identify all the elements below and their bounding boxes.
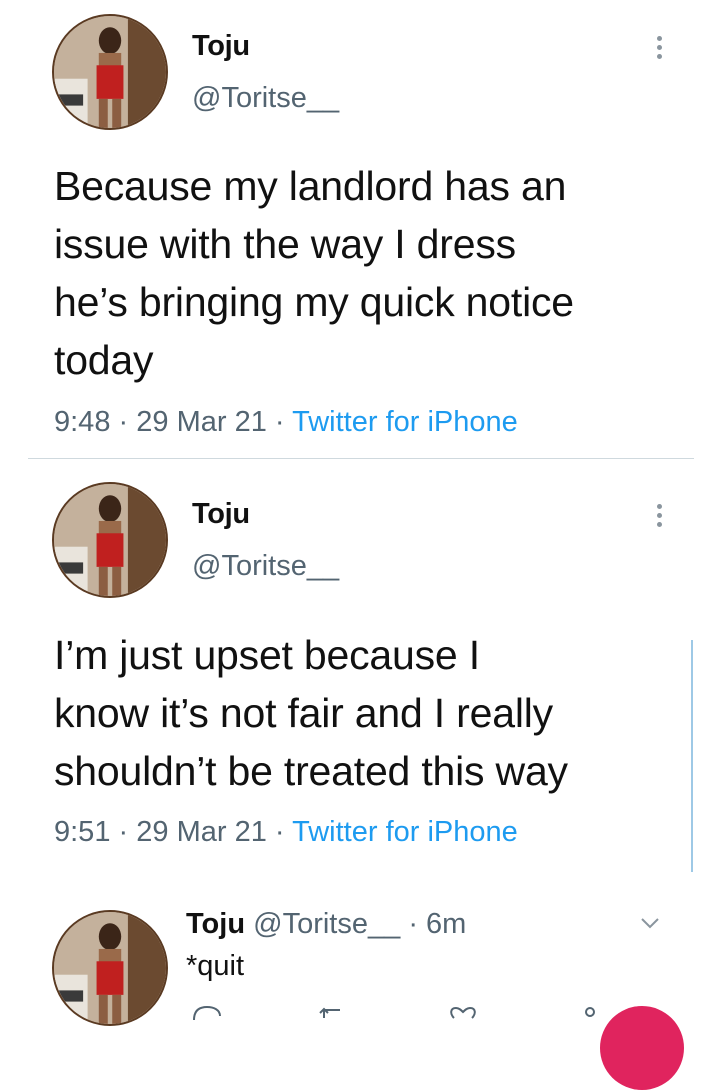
reply-icon[interactable] xyxy=(190,1004,224,1024)
tweet-date[interactable]: 29 Mar 21 xyxy=(136,816,267,848)
tweet-text-line: know it’s not fair and I really xyxy=(54,690,553,736)
tweet-source-link[interactable]: Twitter for iPhone xyxy=(292,406,518,438)
meta-separator: · xyxy=(274,406,285,438)
avatar[interactable] xyxy=(52,14,168,130)
more-vertical-icon[interactable] xyxy=(655,36,663,63)
reply-header: Toju @Toritse__ · 6m xyxy=(186,908,466,941)
tweet-text: Because my landlord has an issue with th… xyxy=(54,157,694,389)
author-handle[interactable]: @Toritse__ xyxy=(192,550,339,583)
author-name[interactable]: Toju xyxy=(186,908,245,940)
tweet-meta: 9:48 · 29 Mar 21 · Twitter for iPhone xyxy=(54,406,518,439)
meta-separator: · xyxy=(118,406,129,438)
tweet-text-line: I’m just upset because I xyxy=(54,632,480,678)
heart-icon[interactable] xyxy=(446,1004,480,1024)
divider xyxy=(28,458,694,459)
author-handle[interactable]: @Toritse__ xyxy=(253,908,400,940)
thread-line xyxy=(691,640,693,872)
tweet-text: I’m just upset because I know it’s not f… xyxy=(54,626,684,800)
tweet-text-line: issue with the way I dress xyxy=(54,221,516,267)
tweet-text-line: shouldn’t be treated this way xyxy=(54,748,568,794)
meta-separator: · xyxy=(118,816,129,848)
author-name[interactable]: Toju xyxy=(192,498,250,531)
meta-separator: · xyxy=(274,816,285,848)
avatar-photo-icon xyxy=(54,16,166,128)
tweet-meta: 9:51 · 29 Mar 21 · Twitter for iPhone xyxy=(54,816,518,849)
tweet-date[interactable]: 29 Mar 21 xyxy=(136,406,267,438)
tweet-text-line: today xyxy=(54,337,154,383)
tweet-time[interactable]: 9:51 xyxy=(54,816,110,848)
avatar-photo-icon xyxy=(54,484,166,596)
more-vertical-icon[interactable] xyxy=(655,504,663,531)
chevron-down-icon[interactable] xyxy=(640,916,660,930)
avatar[interactable] xyxy=(52,910,168,1026)
tweet-text-line: he’s bringing my quick notice xyxy=(54,279,574,325)
tweet-time[interactable]: 9:48 xyxy=(54,406,110,438)
tweet-text-line: Because my landlord has an xyxy=(54,163,567,209)
author-name[interactable]: Toju xyxy=(192,30,250,63)
author-handle[interactable]: @Toritse__ xyxy=(192,82,339,115)
reply-text: *quit xyxy=(186,950,245,982)
tweet-age[interactable]: · 6m xyxy=(408,908,466,940)
avatar-photo-icon xyxy=(54,912,166,1024)
share-icon[interactable] xyxy=(580,1004,600,1024)
retweet-icon[interactable] xyxy=(318,1004,352,1024)
tweet-source-link[interactable]: Twitter for iPhone xyxy=(292,816,518,848)
avatar[interactable] xyxy=(52,482,168,598)
compose-button[interactable] xyxy=(600,1006,684,1090)
